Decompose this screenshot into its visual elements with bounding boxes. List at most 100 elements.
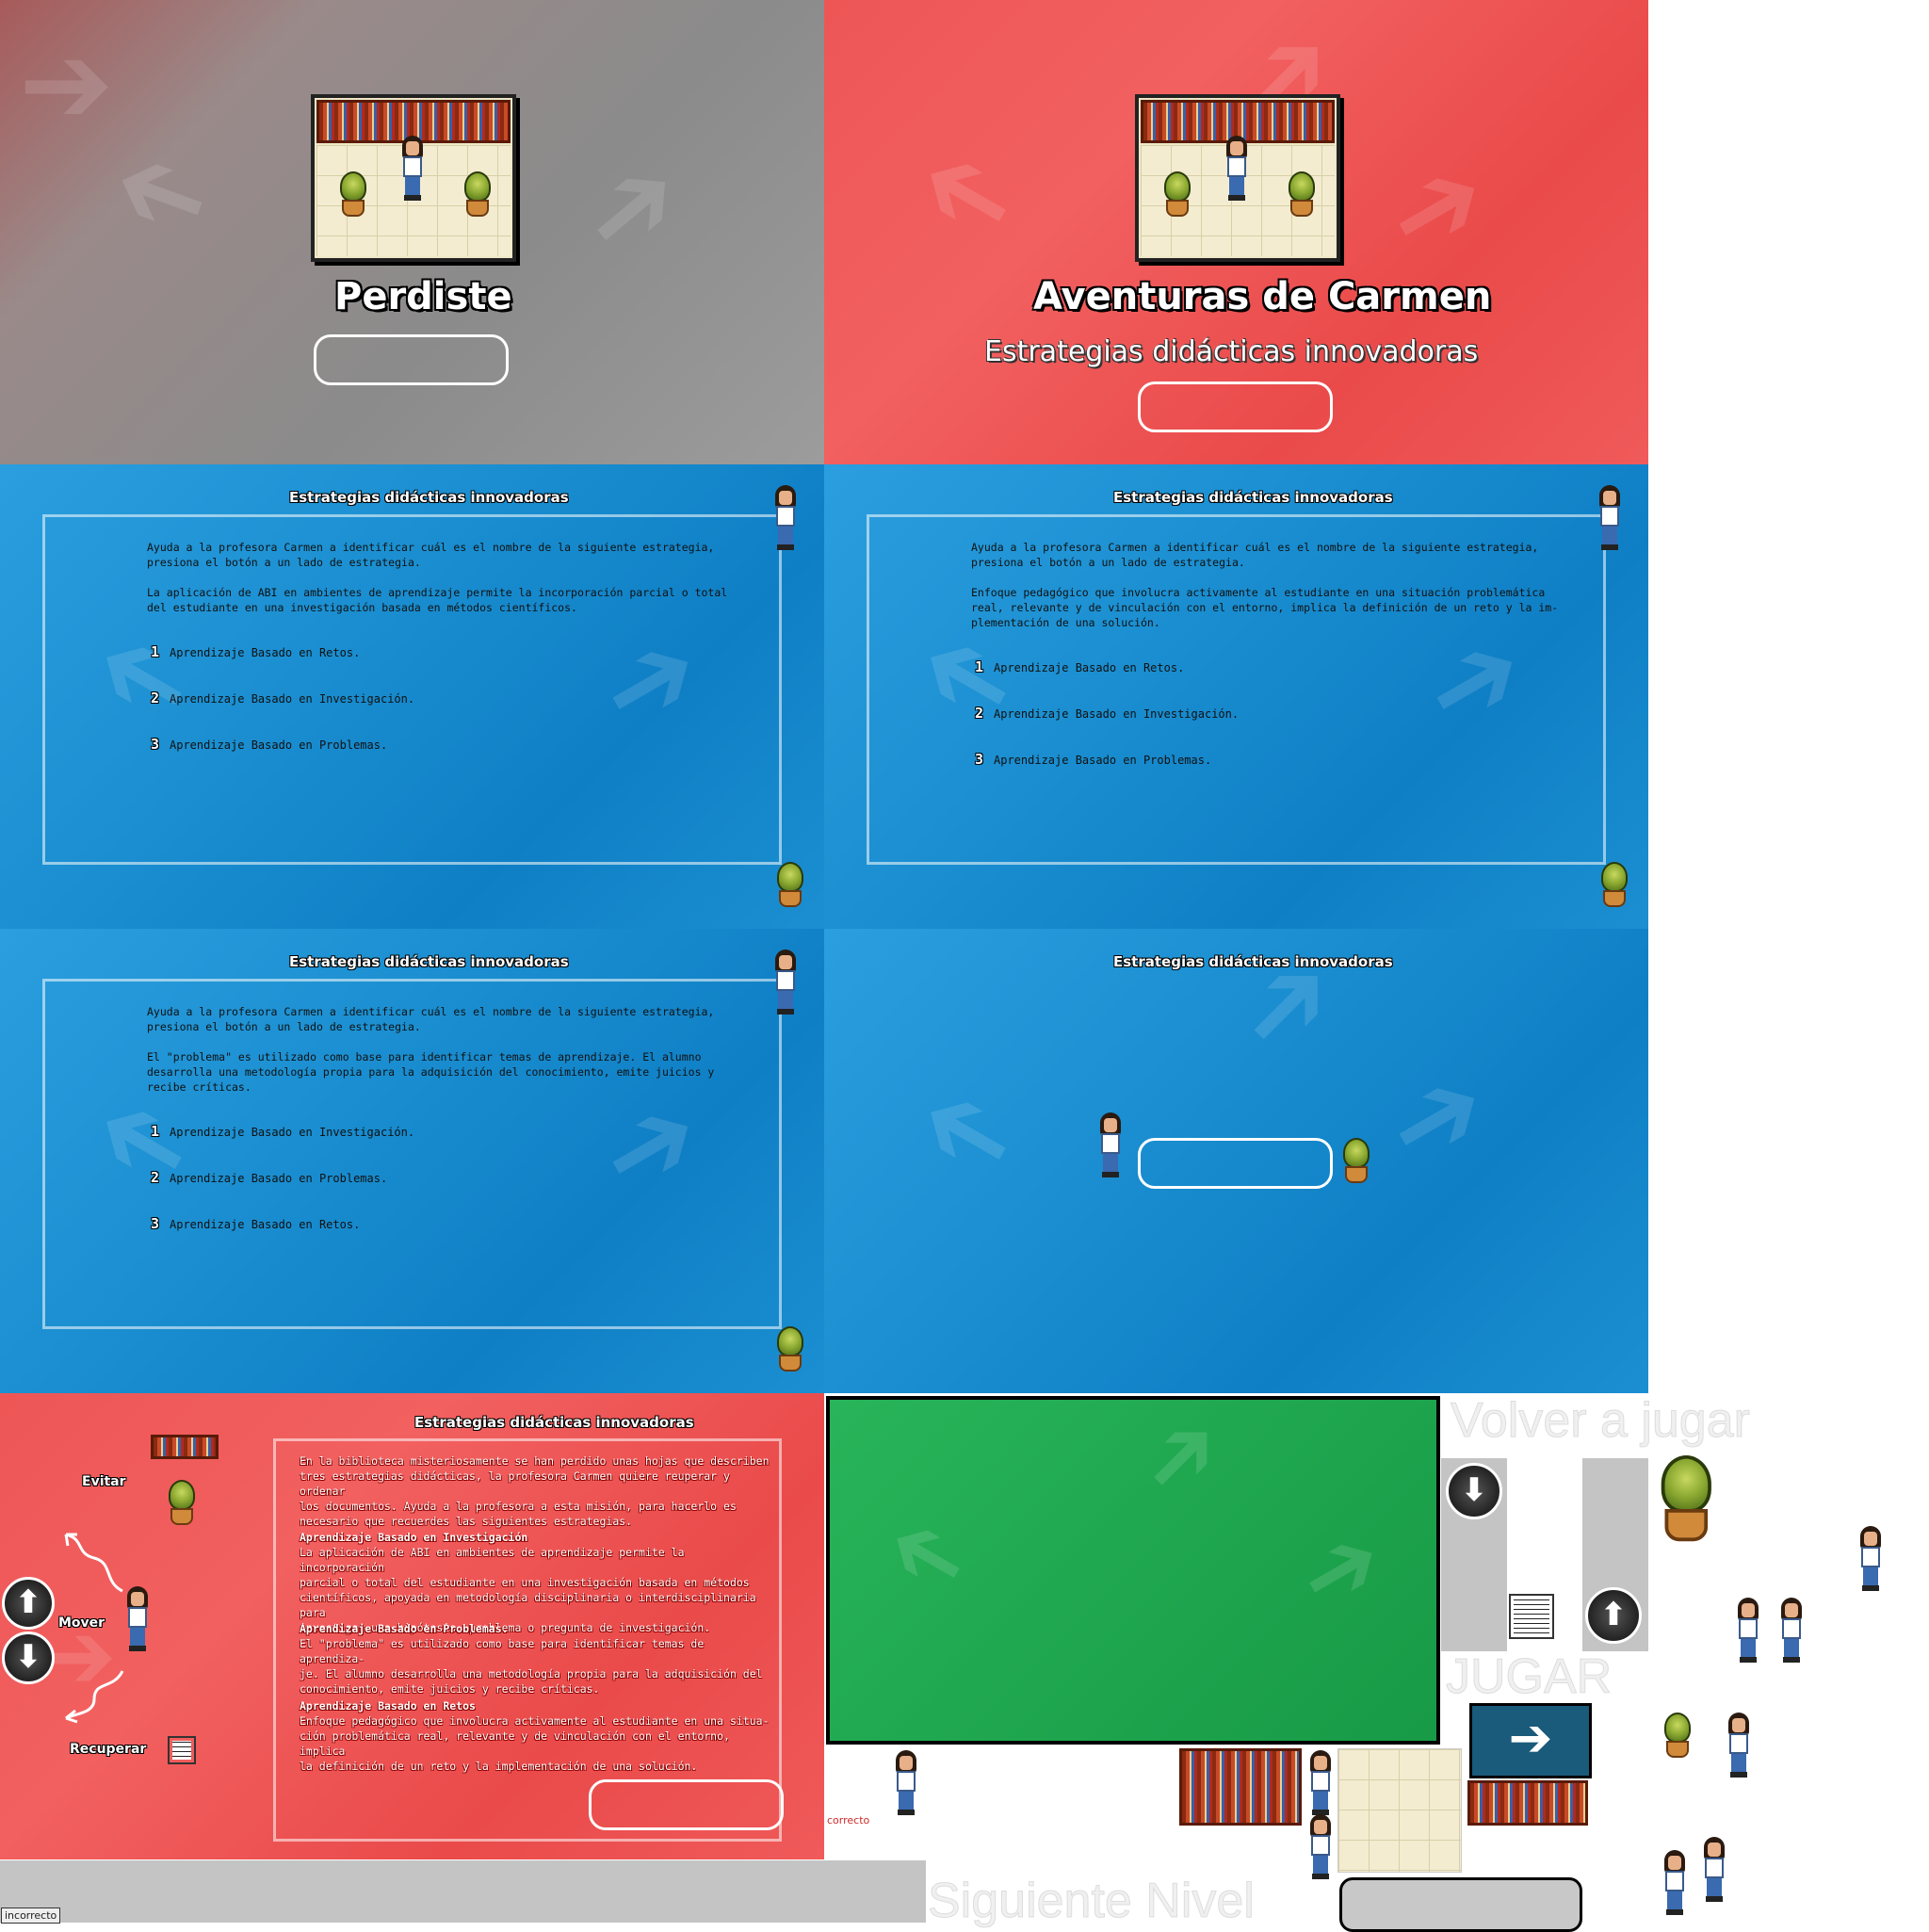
library-scene-image: [1135, 94, 1340, 262]
game-subtitle: Estrategias didácticas innovadoras: [984, 335, 1479, 368]
mover-label: Mover: [58, 1615, 105, 1631]
carmen-character: [1597, 485, 1623, 551]
move-down-button[interactable]: ⬇: [2, 1632, 55, 1684]
option-1-button[interactable]: 1 Aprendizaje Basado en Investigación.: [151, 1123, 414, 1140]
carmen-sprite: [893, 1750, 919, 1816]
carmen-sprite: [1778, 1598, 1805, 1664]
question-2-screen: ➔ ➔ Estrategias didácticas innovadoras A…: [824, 464, 1648, 929]
background-pattern: ➔: [891, 1055, 1040, 1216]
background-pattern: ➔: [1278, 1500, 1402, 1636]
option-3-button[interactable]: 3 Aprendizaje Basado en Retos.: [151, 1215, 360, 1232]
plant-icon: [1340, 1138, 1372, 1185]
strategy-abr-title: Aprendizaje Basado en Retos: [300, 1699, 476, 1713]
instructions-screen: ➔ Evitar ⬆ Mover ⬇ Recuperar Estrategias…: [0, 1393, 824, 1859]
carmen-sprite: [1726, 1713, 1752, 1778]
up-arrow-button[interactable]: ⬆: [1585, 1587, 1642, 1644]
recuperar-label: Recuperar: [70, 1742, 147, 1757]
document-icon: [168, 1736, 196, 1764]
green-screen: ➔ ➔ ➔: [826, 1396, 1440, 1745]
plant-icon: [166, 1480, 198, 1527]
question-3-screen: ➔ ➔ Estrategias didácticas innovadoras A…: [0, 929, 824, 1393]
down-arrow-button[interactable]: ⬇: [1446, 1463, 1502, 1519]
option-3-button[interactable]: 3 Aprendizaje Basado en Problemas.: [151, 736, 387, 753]
carmen-character: [1097, 1112, 1124, 1178]
volver-a-jugar-text: Volver a jugar: [1451, 1393, 1751, 1449]
plant-icon: [774, 862, 806, 909]
question-prompt: Ayuda a la profesora Carmen a identifica…: [147, 1005, 715, 1033]
strategy-abp-title: Aprendizaje Basado en Problemas.: [300, 1622, 509, 1635]
screen-header: Estrategias didácticas innovadoras: [289, 489, 569, 506]
lose-screen: ➔ ➔ ➔ Perdiste: [0, 0, 824, 464]
carmen-sprite: [1857, 1526, 1884, 1592]
question-description: La aplicación de ABI en ambientes de apr…: [147, 586, 728, 614]
incorrecto-label: incorrecto: [1, 1908, 61, 1924]
carmen-sprite: [1307, 1750, 1334, 1816]
plant-icon: [462, 171, 494, 219]
background-pattern: ➔: [93, 119, 228, 276]
curvy-arrow-icon: [64, 1533, 123, 1593]
background-pattern: ➔: [1362, 126, 1511, 287]
background-pattern: ➔: [1206, 929, 1366, 1084]
jugar-text: JUGAR: [1445, 1649, 1613, 1705]
background-pattern: ➔: [19, 19, 114, 150]
bookshelf-sprite: [1467, 1780, 1588, 1826]
bookshelf-icon: [151, 1435, 219, 1459]
background-pattern: ➔: [553, 125, 710, 288]
carmen-sprite: [1307, 1814, 1334, 1880]
question-description: Enfoque pedagógico que involucra activam…: [971, 586, 1559, 629]
screen-header: Estrategias didácticas innovadoras: [289, 953, 569, 970]
plant-sprite: [1662, 1713, 1694, 1760]
result-screen: ➔ ➔ ➔ Estrategias didácticas innovadoras: [824, 929, 1648, 1393]
screen-header: Estrategias didácticas innovadoras: [1113, 489, 1393, 506]
bookshelf-sprite: [1179, 1748, 1302, 1826]
correcto-label: correcto: [827, 1814, 870, 1826]
option-3-button[interactable]: 3 Aprendizaje Basado en Problemas.: [975, 751, 1211, 768]
carmen-character: [772, 950, 799, 1015]
background-pattern: ➔: [1362, 1036, 1511, 1197]
option-1-button[interactable]: 1 Aprendizaje Basado en Retos.: [975, 658, 1184, 675]
background-pattern: ➔: [891, 117, 1040, 278]
question-prompt: Ayuda a la profesora Carmen a identifica…: [147, 541, 715, 569]
carmen-sprite: [1701, 1837, 1727, 1903]
document-icon: [1509, 1594, 1554, 1639]
bottom-gray-bar: [0, 1860, 926, 1923]
curvy-arrow-icon: [65, 1670, 124, 1724]
lose-action-button[interactable]: [314, 334, 509, 385]
library-scene-image: [311, 94, 516, 262]
plant-icon: [1598, 862, 1630, 909]
carmen-character: [124, 1586, 151, 1652]
question-prompt: Ayuda a la profesora Carmen a identifica…: [971, 541, 1539, 569]
background-pattern: ➔: [864, 1490, 988, 1627]
option-2-button[interactable]: 2 Aprendizaje Basado en Investigación.: [151, 690, 414, 706]
floor-tiles-sprite: [1337, 1748, 1462, 1873]
next-arrow-button[interactable]: ➔: [1469, 1703, 1592, 1778]
start-button[interactable]: [1138, 382, 1333, 432]
plant-icon: [337, 171, 369, 219]
plant-icon: [1656, 1455, 1717, 1545]
game-title: Aventuras de Carmen: [1033, 275, 1492, 318]
question-1-screen: ➔ ➔ Estrategias didácticas innovadoras A…: [0, 464, 824, 929]
carmen-sprite: [1662, 1850, 1688, 1916]
plant-icon: [1286, 171, 1318, 219]
continue-button[interactable]: [589, 1779, 784, 1830]
siguiente-nivel-text: Siguiente Nivel: [928, 1874, 1256, 1929]
move-up-button[interactable]: ⬆: [2, 1577, 55, 1630]
strategy-abi-title: Aprendizaje Basado en Investigación: [300, 1531, 528, 1544]
carmen-character: [772, 485, 799, 551]
strategy-abr-text: Enfoque pedagógico que involucra activam…: [300, 1714, 770, 1773]
gray-button[interactable]: [1339, 1877, 1582, 1932]
plant-icon: [774, 1326, 806, 1373]
option-2-button[interactable]: 2 Aprendizaje Basado en Problemas.: [151, 1169, 387, 1186]
screen-header: Estrategias didácticas innovadoras: [414, 1414, 694, 1431]
strategy-abp-text: El "problema" es utilizado como base par…: [300, 1637, 763, 1696]
carmen-character: [399, 136, 426, 202]
option-2-button[interactable]: 2 Aprendizaje Basado en Investigación.: [975, 705, 1239, 722]
result-button[interactable]: [1138, 1138, 1333, 1189]
plant-icon: [1161, 171, 1193, 219]
carmen-character: [1224, 136, 1250, 202]
option-1-button[interactable]: 1 Aprendizaje Basado en Retos.: [151, 643, 360, 660]
intro-screen: ➔ ➔ ➔ Aventuras de Carmen Estrategias di…: [824, 0, 1648, 464]
lose-title: Perdiste: [334, 275, 512, 318]
evitar-label: Evitar: [82, 1474, 126, 1489]
question-description: El "problema" es utilizado como base par…: [147, 1050, 715, 1094]
